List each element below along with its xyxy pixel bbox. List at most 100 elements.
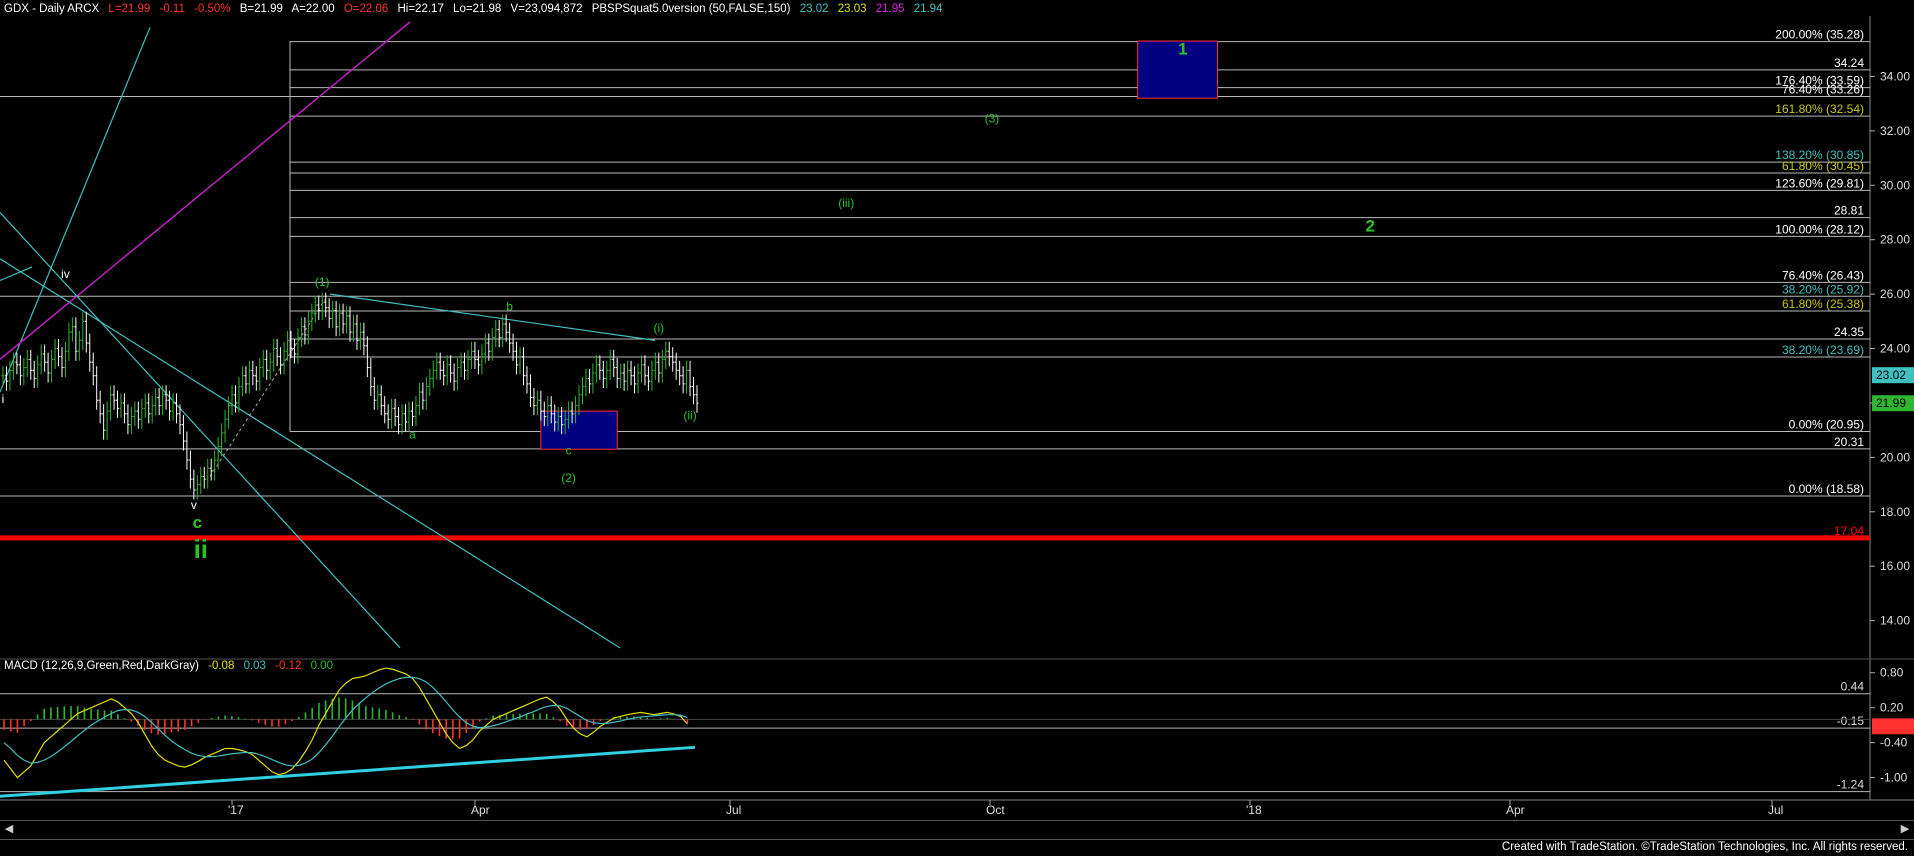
y-tick-label: 20.00 [1880,450,1910,464]
macd-tick-label: -0.40 [1880,736,1908,750]
wave-label: (1) [315,275,330,289]
footer-credit: Created with TradeStation. ©TradeStation… [1501,841,1908,853]
wave-label: 1 [1178,40,1187,59]
macd-level-label: -1.24 [1837,778,1865,792]
macd-value-3: -0.12 [275,660,302,672]
open-price: O=22.06 [343,3,389,15]
study-name: PBSPSquat5.0version (50,FALSE,150) [591,3,791,15]
price-tag-label: 21.99 [1876,396,1906,410]
wave-label: i [2,392,5,406]
chart-grid [0,16,1914,801]
level-label: 76.40% (33.26) [1782,83,1864,97]
x-tick-label: Jul [726,803,741,817]
level-label: 38.20% (25.92) [1782,282,1864,296]
x-tick-label: Jul [1768,803,1783,817]
y-tick-label: 18.00 [1880,505,1910,519]
y-tick-label: 30.00 [1880,178,1910,192]
date-axis: '17 Apr Jul Oct '18 Apr Jul [228,800,1783,817]
level-label: 24.35 [1834,325,1864,339]
level-label: 76.40% (26.43) [1782,268,1864,282]
target-box [540,410,618,450]
study-value-3: 21.95 [875,3,905,15]
wave-label: ii [194,534,208,564]
level-label: 0.00% (18.58) [1789,482,1864,496]
macd-name: MACD (12,26,9,Green,Red,DarkGray) [4,660,199,672]
channel-line [0,27,151,393]
price-axis: 14.0016.0018.0020.0022.0024.0026.0028.00… [1870,69,1914,628]
wave-label: b [506,299,513,313]
level-label: 34.24 [1834,56,1864,70]
macd-level-label: -0.15 [1837,714,1865,728]
wave-label: a [409,427,416,441]
level-label: 100.00% (28.12) [1775,222,1864,236]
scroll-right-icon[interactable]: ▶ [1898,822,1912,836]
volume: V=23,094,872 [510,3,583,15]
y-tick-label: 28.00 [1880,233,1910,247]
horizontal-scrollbar[interactable]: ◀ ▶ [0,820,1914,840]
low-price: Lo=21.98 [453,3,502,15]
level-label: 17.04 [1834,524,1864,538]
y-tick-label: 34.00 [1880,69,1910,83]
target-boxes [540,40,1218,450]
macd-signal-line [3,676,688,767]
macd-line [3,667,688,779]
x-tick-label: Apr [471,803,490,817]
wave-label: (i) [653,321,664,335]
level-label: 161.80% (32.54) [1775,102,1864,116]
level-label: 61.80% (30.45) [1782,159,1864,173]
wave-label: (3) [985,112,1000,126]
macd-tick-label: 0.20 [1880,701,1904,715]
high-price: Hi=22.17 [397,3,444,15]
y-tick-label: 24.00 [1880,342,1910,356]
wave-label: c [566,444,572,458]
price-chart: 200.00% (35.28)34.24176.40% (33.59)76.40… [0,16,1914,817]
ask-price: A=22.00 [291,3,335,15]
wave-label: v [191,498,197,512]
wave-label: iv [61,267,70,281]
y-tick-label: 32.00 [1880,124,1910,138]
study-value-2: 23.03 [837,3,867,15]
wave-label: (ii) [683,408,696,422]
level-label: 0.00% (20.95) [1789,418,1864,432]
symbol-label: GDX - Daily ARCX [4,3,100,15]
macd-level-label: 0.44 [1841,680,1865,694]
pct-change: -0.50% [194,3,231,15]
level-label: 38.20% (23.69) [1782,343,1864,357]
channel-line-lower [0,212,401,649]
macd-tick-label: 0.80 [1880,666,1904,680]
macd-price-tag [1872,718,1914,735]
wave-label: (iii) [838,196,854,210]
macd-value-4: 0.00 [310,660,333,672]
scroll-left-icon[interactable]: ◀ [2,822,16,836]
macd-value-2: 0.03 [243,660,266,672]
bid-price: B=21.99 [239,3,283,15]
chart-header: GDX - Daily ARCX L=21.99 -0.11 -0.50% B=… [4,3,948,15]
net-change: -0.11 [159,3,185,15]
wave-label: 2 [1365,217,1374,236]
level-label: 200.00% (35.28) [1775,28,1864,42]
macd-tick-label: -1.00 [1880,771,1908,785]
macd-support-trendline [0,745,696,798]
macd-header: MACD (12,26,9,Green,Red,DarkGray) -0.08 … [4,660,339,672]
fib-levels: 200.00% (35.28)34.24176.40% (33.59)76.40… [0,28,1870,541]
last-price: L=21.99 [108,3,151,15]
price-bars [1,292,699,500]
y-tick-label: 16.00 [1880,559,1910,573]
macd-panel: 0.80 0.44 0.20 -0.15 -0.40 -1.00 -1.24 [0,666,1914,798]
price-tag-label: 23.02 [1876,368,1906,382]
x-tick-label: '18 [1246,803,1262,817]
level-label: 20.31 [1834,435,1864,449]
study-value-1: 23.02 [799,3,829,15]
level-label: 28.81 [1834,204,1864,218]
x-tick-label: Oct [986,803,1005,817]
study-value-4: 21.94 [913,3,943,15]
macd-value-1: -0.08 [208,660,235,672]
x-tick-label: '17 [228,803,244,817]
wave-connector [209,299,326,477]
x-tick-label: Apr [1506,803,1525,817]
wave-label: (2) [561,471,576,485]
wave-label: c [193,513,202,532]
y-tick-label: 14.00 [1880,614,1910,628]
level-label: 61.80% (25.38) [1782,297,1864,311]
level-label: 123.60% (29.81) [1775,176,1864,190]
